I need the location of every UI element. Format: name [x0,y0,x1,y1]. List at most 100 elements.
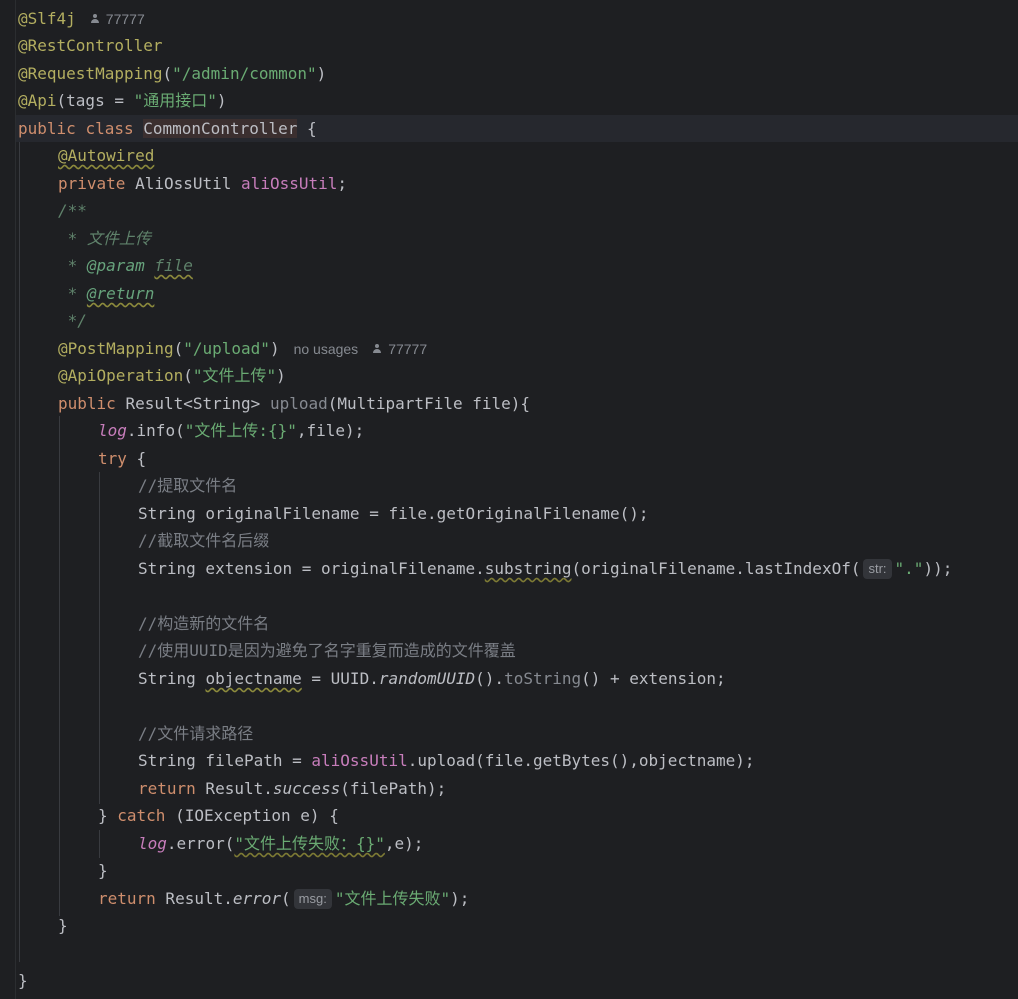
code-text: .info( [126,421,185,440]
code-text: (). [475,669,505,688]
string-literal: "文件上传" [192,366,277,385]
code-editor[interactable]: @Slf4j 77777 @RestController @RequestMapp… [0,0,1018,999]
code-line[interactable]: //截取文件名后缀 [18,527,269,554]
closing-brace: } [18,971,28,990]
param-hint-msg: msg: [293,889,332,909]
code-text: = UUID. [301,669,379,688]
author-hint[interactable]: 77777 [372,341,427,357]
code-line[interactable]: } [18,912,68,939]
string-literal: "/upload" [183,339,270,358]
variable-objectname: objectname [205,669,302,688]
author-name: 77777 [388,341,428,357]
author-hint[interactable]: 77777 [90,11,145,27]
code-text: ,file); [296,421,365,440]
code-text: ); [450,889,470,908]
code-line[interactable]: public Result<String> upload(MultipartFi… [18,390,530,417]
code-line[interactable]: //使用UUID是因为避免了名字重复而造成的文件覆盖 [18,637,516,664]
code-line[interactable]: String extension = originalFilename.subs… [18,555,952,582]
doc-tag-param: @param [86,256,145,275]
code-line[interactable]: //提取文件名 [18,472,237,499]
code-line[interactable]: return Result.error(msg: "文件上传失败"); [18,885,469,912]
paren: ) [216,91,227,110]
log-field: log [138,834,167,853]
keyword: return [98,889,156,908]
method-error: error [232,889,282,908]
code-line[interactable]: * @param file [18,252,193,279]
paren: ) [316,64,327,83]
line-comment: //使用UUID是因为避免了名字重复而造成的文件覆盖 [138,641,516,660]
keyword: catch [117,806,166,825]
string-literal: "文件上传失败" [334,889,451,908]
code-text: (filePath); [340,779,447,798]
code-line[interactable]: @PostMapping("/upload") no usages 77777 [18,335,427,362]
annotation-slf4j: @Slf4j [18,9,76,28]
closing-brace: } [98,861,108,880]
doc-comment: * [58,256,87,275]
keyword: return [138,779,196,798]
annotation-api: @Api [18,91,57,110]
doc-comment: * [58,284,87,303]
method-params: (MultipartFile file){ [327,394,531,413]
field-name: aliOssUtil [311,751,408,770]
code-line[interactable]: public class CommonController { [18,115,317,142]
code-line[interactable]: } catch (IOException e) { [18,802,339,829]
code-text: String [138,669,206,688]
keyword: public [58,394,116,413]
code-text: (originalFilename.lastIndexOf( [571,559,861,578]
paren: ( [162,64,173,83]
code-text: () + extension; [581,669,726,688]
code-line[interactable]: @Autowired [18,142,154,169]
code-line[interactable]: * 文件上传 [18,225,151,252]
field-name: aliOssUtil [241,174,338,193]
code-text: (IOException e) { [165,806,339,825]
code-line[interactable]: try { [18,445,146,472]
author-name: 77777 [105,11,145,27]
user-icon [372,344,382,354]
code-line[interactable]: * @return [18,280,155,307]
code-line[interactable]: return Result.success(filePath); [18,775,446,802]
code-line[interactable]: log.error("文件上传失败：{}",e); [18,830,423,857]
user-icon [90,14,100,24]
code-text: Result. [155,889,233,908]
method-success: success [272,779,341,798]
doc-param-name: file [154,256,193,275]
code-line[interactable]: String objectname = UUID.randomUUID().to… [18,665,726,692]
no-usages-hint[interactable]: no usages [294,341,359,357]
log-field: log [98,421,127,440]
code-line[interactable]: @Api(tags = "通用接口") [18,87,227,114]
code-line[interactable]: String filePath = aliOssUtil.upload(file… [18,747,755,774]
code-line[interactable]: //构造新的文件名 [18,610,269,637]
code-line[interactable]: //文件请求路径 [18,720,253,747]
code-text: String originalFilename = file.getOrigin… [138,504,649,523]
code-text: .error( [166,834,235,853]
annotation-rest-controller: @RestController [18,36,163,55]
keyword: public [18,119,76,138]
code-line[interactable]: @RestController [18,32,163,59]
return-type: Result<String> [125,394,261,413]
method-tostring: toString [504,669,582,688]
code-line[interactable]: @Slf4j 77777 [18,5,145,32]
method-name: upload [269,394,328,413]
code-line[interactable]: private AliOssUtil aliOssUtil; [18,170,347,197]
keyword: class [85,119,134,138]
code-line[interactable]: */ [18,307,87,334]
code-text: String extension = originalFilename. [138,559,485,578]
code-line[interactable]: } [18,857,108,884]
code-line[interactable]: log.info("文件上传:{}",file); [18,417,364,444]
code-line[interactable]: @ApiOperation("文件上传") [18,362,286,389]
code-line[interactable]: /** [18,197,87,224]
doc-tag-return: @return [86,284,155,303]
code-line[interactable]: String originalFilename = file.getOrigin… [18,500,649,527]
code-text: )); [923,559,953,578]
code-text: } [98,806,118,825]
string-literal: "/admin/common" [172,64,317,83]
doc-comment: * 文件上传 [58,229,151,248]
code-line[interactable]: } [18,967,28,994]
annotation-api-operation: @ApiOperation [58,366,184,385]
code-line[interactable]: @RequestMapping("/admin/common") [18,60,326,87]
code-text: Result. [195,779,273,798]
doc-comment: /** [58,201,87,220]
line-comment: //文件请求路径 [138,724,254,743]
type-name: AliOssUtil [135,174,232,193]
annotation-post-mapping: @PostMapping [58,339,174,358]
